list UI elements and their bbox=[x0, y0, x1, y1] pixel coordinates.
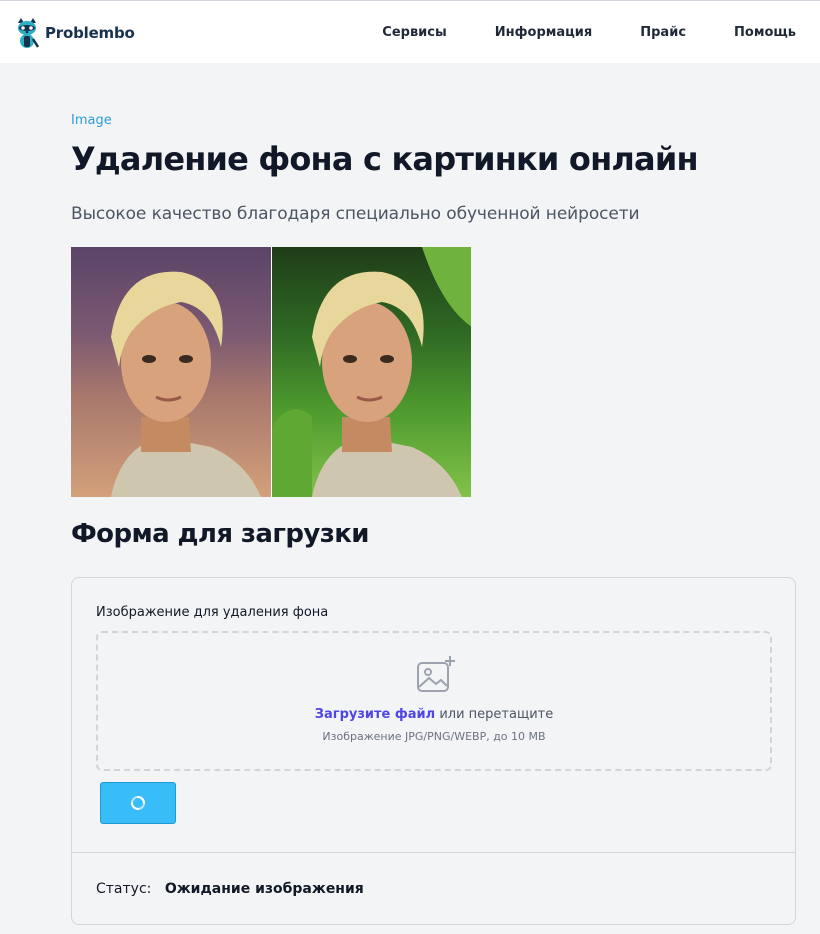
status-row: Статус: Ожидание изображения bbox=[96, 881, 364, 897]
nav-item-pricing[interactable]: Прайс bbox=[640, 25, 686, 40]
dropzone-instructions: Загрузите файл или перетащите bbox=[98, 707, 770, 722]
status-value: Ожидание изображения bbox=[164, 881, 364, 897]
card-divider bbox=[72, 852, 795, 853]
nav-item-information[interactable]: Информация bbox=[495, 25, 593, 40]
image-add-icon bbox=[417, 656, 455, 692]
example-image bbox=[71, 247, 471, 497]
file-dropzone[interactable]: Загрузите файл или перетащите Изображени… bbox=[96, 631, 772, 771]
drag-drop-text: или перетащите bbox=[435, 707, 554, 722]
spinner-icon bbox=[131, 796, 145, 810]
status-label: Статус: bbox=[96, 881, 152, 897]
page-subtitle: Высокое качество благодаря специально об… bbox=[71, 204, 640, 224]
upload-form-card: Изображение для удаления фона Загрузите … bbox=[71, 577, 796, 925]
submit-button[interactable] bbox=[100, 782, 176, 824]
upload-file-link[interactable]: Загрузите файл bbox=[315, 707, 435, 722]
example-new-background-photo bbox=[271, 247, 471, 497]
brand-name: Problembo bbox=[45, 24, 135, 42]
nav-item-help[interactable]: Помощь bbox=[734, 25, 796, 40]
page-title: Удаление фона с картинки онлайн bbox=[71, 140, 699, 178]
raccoon-logo-icon bbox=[18, 18, 39, 48]
image-field-label: Изображение для удаления фона bbox=[96, 605, 329, 620]
top-header: Problembo Сервисы Информация Прайс Помощ… bbox=[0, 0, 820, 63]
main-nav: Сервисы Информация Прайс Помощь bbox=[382, 25, 796, 40]
breadcrumb-category[interactable]: Image bbox=[71, 113, 112, 128]
nav-item-services[interactable]: Сервисы bbox=[382, 25, 446, 40]
file-format-hint: Изображение JPG/PNG/WEBP, до 10 MB bbox=[322, 730, 546, 743]
upload-form-title: Форма для загрузки bbox=[71, 519, 369, 549]
example-original-photo bbox=[71, 247, 271, 497]
brand-logo[interactable]: Problembo bbox=[15, 17, 135, 49]
